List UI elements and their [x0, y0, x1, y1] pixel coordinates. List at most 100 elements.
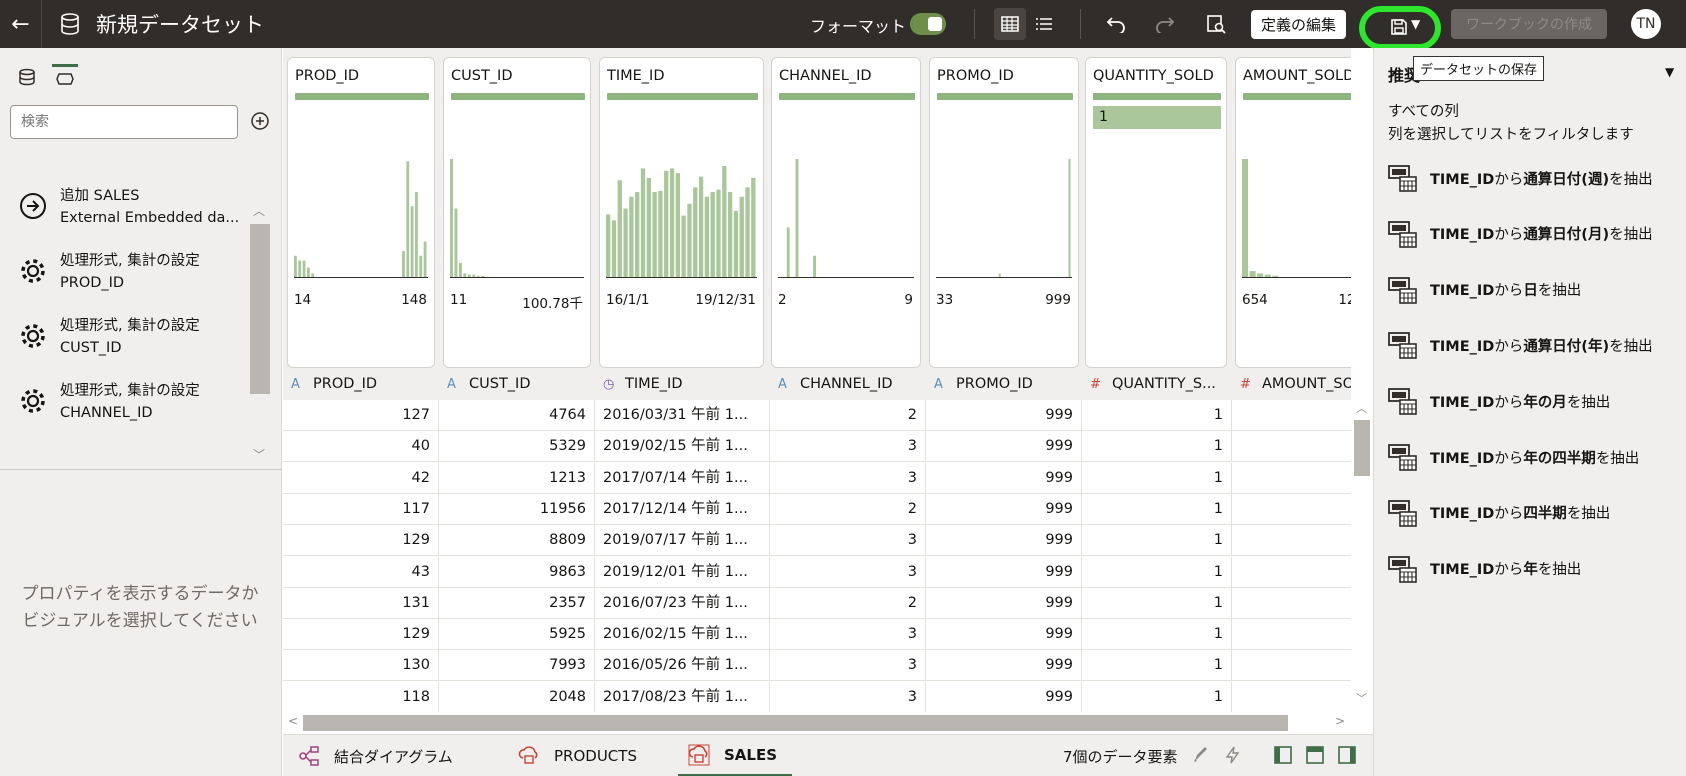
- format-toggle[interactable]: [910, 13, 946, 35]
- table-cell[interactable]: 3: [770, 431, 926, 463]
- table-cell[interactable]: 118: [283, 681, 439, 712]
- table-cell[interactable]: 130: [283, 650, 439, 682]
- table-cell[interactable]: 40: [283, 431, 439, 463]
- table-cell[interactable]: 2019/02/15 午前 1...: [595, 431, 770, 463]
- step-list-scrollbar[interactable]: ︿ ﹀: [250, 174, 270, 464]
- table-cell[interactable]: 3: [770, 462, 926, 494]
- table-cell[interactable]: 1: [1082, 650, 1232, 682]
- profile-card-time-id[interactable]: TIME_ID 16/1/1 19/12/31: [599, 57, 764, 368]
- table-cell[interactable]: 2017/12/14 午前 1...: [595, 493, 770, 525]
- table-cell[interactable]: 1: [1082, 556, 1232, 588]
- table-cell[interactable]: 2019/12/01 午前 1...: [595, 556, 770, 588]
- table-cell[interactable]: 2016/07/23 午前 1...: [595, 587, 770, 619]
- table-cell[interactable]: 131: [283, 587, 439, 619]
- profile-card-channel-id[interactable]: CHANNEL_ID 2 9: [771, 57, 921, 368]
- create-workbook-button[interactable]: ワークブックの作成: [1451, 9, 1607, 39]
- scroll-down-icon[interactable]: ﹀: [1356, 690, 1367, 706]
- column-header[interactable]: A CUST_ID: [439, 368, 595, 400]
- table-row[interactable]: 13123572016/07/23 午前 1...299912,: [283, 587, 1351, 619]
- avatar[interactable]: TN: [1631, 9, 1661, 39]
- table-cell[interactable]: 3: [770, 681, 926, 712]
- table-cell[interactable]: 11956: [439, 493, 595, 525]
- table-row[interactable]: 118 2048 2017/08/23 午前 1... 3 999 1: [283, 681, 1351, 712]
- table-cell[interactable]: 3: [770, 525, 926, 557]
- table-cell[interactable]: 3,: [1232, 400, 1351, 431]
- table-cell[interactable]: 3: [770, 556, 926, 588]
- table-cell[interactable]: 2: [770, 493, 926, 525]
- profile-card-quantity-sold[interactable]: QUANTITY_SOLD 1: [1085, 57, 1227, 368]
- table-cell[interactable]: 999: [926, 681, 1082, 712]
- grid-view-button[interactable]: [994, 8, 1026, 40]
- table-row[interactable]: 13079932016/05/26 午前 1...3999112,: [283, 650, 1351, 682]
- table-cell[interactable]: 999: [926, 400, 1082, 431]
- scroll-thumb[interactable]: [1354, 420, 1370, 476]
- table-cell[interactable]: 127: [283, 400, 439, 431]
- table-cell[interactable]: 2016/05/26 午前 1...: [595, 650, 770, 682]
- recommendation-item[interactable]: TIME_IDから四半期を抽出: [1388, 497, 1678, 529]
- table-cell[interactable]: 1: [1082, 400, 1232, 431]
- scroll-up-icon[interactable]: ︿: [1356, 400, 1367, 416]
- table-cell[interactable]: 2017/08/23 午前 1...: [595, 681, 770, 712]
- table-cell[interactable]: 117: [283, 493, 439, 525]
- steps-tab[interactable]: [52, 64, 78, 90]
- table-cell[interactable]: 9863: [439, 556, 595, 588]
- table-cell[interactable]: 4764: [439, 400, 595, 431]
- table-row[interactable]: 12959252016/02/15 午前 1...3999119,: [283, 619, 1351, 651]
- right-panel-toggle-icon[interactable]: [1337, 745, 1357, 765]
- table-cell[interactable]: 1: [1082, 431, 1232, 463]
- back-arrow-icon[interactable]: ←: [0, 0, 42, 48]
- table-cell[interactable]: 19,: [1232, 525, 1351, 556]
- add-circle-icon[interactable]: [250, 111, 270, 131]
- tab-products[interactable]: PRODUCTS: [518, 735, 637, 776]
- column-header[interactable]: A CHANNEL_ID: [770, 368, 926, 400]
- table-cell[interactable]: 1: [1082, 619, 1232, 651]
- table-cell[interactable]: 2017/07/14 午前 1...: [595, 462, 770, 494]
- profile-card-promo-id[interactable]: PROMO_ID 33 999: [929, 57, 1079, 368]
- table-cell[interactable]: 2: [770, 587, 926, 619]
- chevron-down-icon[interactable]: ▼: [1665, 65, 1674, 79]
- table-cell[interactable]: 3: [770, 650, 926, 682]
- table-cell[interactable]: 2: [770, 400, 926, 431]
- table-row[interactable]: 12747642016/03/31 午前 1...299913,: [283, 400, 1351, 431]
- table-cell[interactable]: 2048: [439, 681, 595, 712]
- table-cell[interactable]: 43: [283, 556, 439, 588]
- column-header[interactable]: A PROMO_ID: [926, 368, 1082, 400]
- scroll-thumb[interactable]: [303, 715, 1288, 731]
- recommendation-item[interactable]: TIME_IDから通算日付(年)を抽出: [1388, 329, 1678, 361]
- step-cust-id[interactable]: 処理形式, 集計の設定 CUST_ID: [18, 315, 248, 365]
- step-prod-id[interactable]: 処理形式, 集計の設定 PROD_ID: [18, 250, 248, 300]
- data-tab[interactable]: [14, 64, 40, 90]
- profile-card-prod-id[interactable]: PROD_ID 14 148: [287, 57, 435, 368]
- list-view-button[interactable]: [1028, 8, 1060, 40]
- table-cell[interactable]: 8809: [439, 525, 595, 557]
- table-cell[interactable]: [1232, 682, 1351, 712]
- table-cell[interactable]: 7993: [439, 650, 595, 682]
- preview-button[interactable]: [1200, 8, 1232, 40]
- grid-horizontal-scrollbar[interactable]: < >: [283, 712, 1351, 734]
- table-cell[interactable]: 1213: [439, 462, 595, 494]
- recommendation-item[interactable]: TIME_IDから日を抽出: [1388, 274, 1678, 306]
- table-cell[interactable]: 4,: [1232, 431, 1351, 462]
- scroll-up-icon[interactable]: ︿: [253, 202, 265, 219]
- table-cell[interactable]: 1: [1082, 681, 1232, 712]
- profile-card-amount-sold[interactable]: AMOUNT_SOLD 654 122.3: [1235, 57, 1351, 368]
- table-row[interactable]: 4212132017/07/14 午前 1...399915,: [283, 462, 1351, 494]
- scroll-thumb[interactable]: [250, 224, 270, 394]
- table-cell[interactable]: 2016/03/31 午前 1...: [595, 400, 770, 431]
- table-cell[interactable]: 5329: [439, 431, 595, 463]
- table-cell[interactable]: 5,: [1232, 463, 1351, 494]
- search-input[interactable]: [10, 105, 238, 139]
- rocket-icon[interactable]: [1191, 745, 1211, 765]
- grid-vertical-scrollbar[interactable]: ︿ ﹀: [1351, 400, 1373, 712]
- scroll-right-icon[interactable]: >: [1335, 714, 1345, 728]
- column-header[interactable]: # AMOUNT_SO: [1232, 368, 1351, 400]
- lightning-icon[interactable]: [1223, 745, 1243, 765]
- table-cell[interactable]: 2016/02/15 午前 1...: [595, 619, 770, 651]
- chevron-down-icon[interactable]: ▼: [1411, 17, 1420, 31]
- step-channel-id[interactable]: 処理形式, 集計の設定 CHANNEL_ID: [18, 380, 248, 430]
- table-cell[interactable]: 999: [926, 493, 1082, 525]
- table-cell[interactable]: 129: [283, 619, 439, 651]
- table-cell[interactable]: 999: [926, 431, 1082, 463]
- recommendation-item[interactable]: TIME_IDから通算日付(週)を抽出: [1388, 162, 1678, 194]
- table-cell[interactable]: 999: [926, 462, 1082, 494]
